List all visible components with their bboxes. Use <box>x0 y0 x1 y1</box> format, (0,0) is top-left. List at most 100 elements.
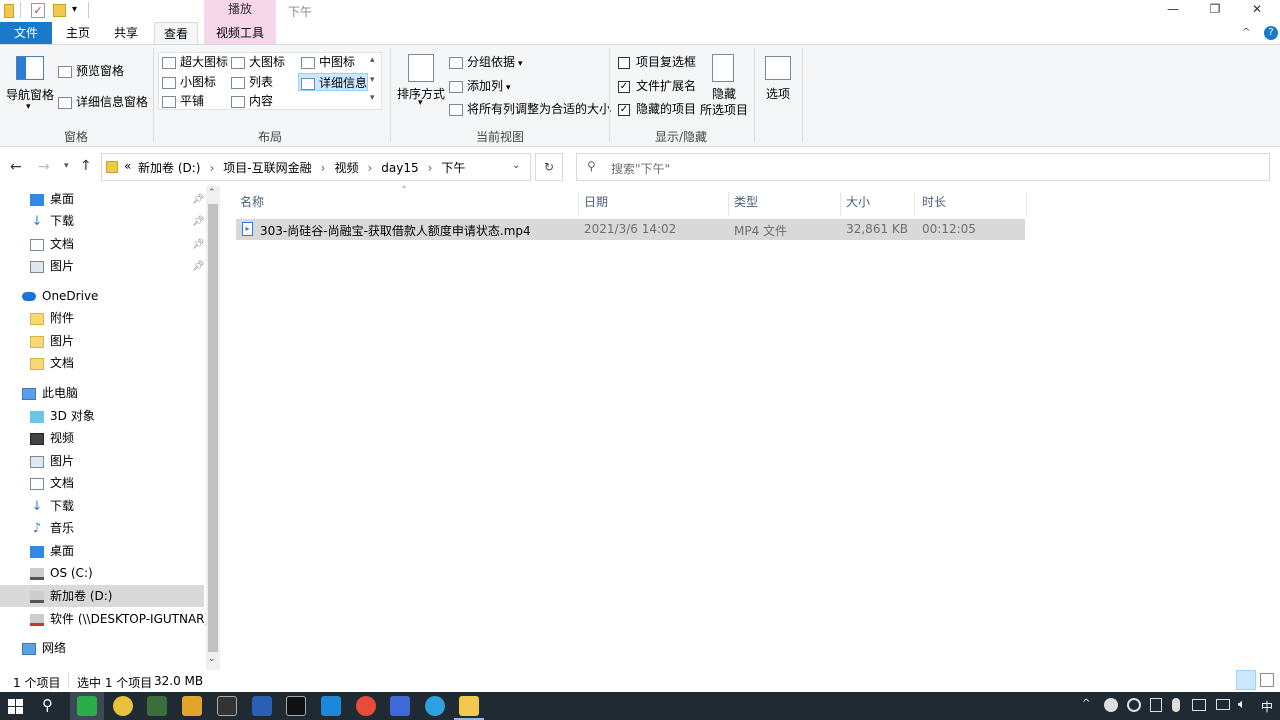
nav-item-documents[interactable]: 文档 <box>30 233 74 255</box>
file-name[interactable]: 303-尚硅谷-尚融宝-获取借款人额度申请状态.mp4 <box>260 222 531 239</box>
nav-item-drive-c[interactable]: OS (C:) <box>30 562 93 584</box>
details-pane-button[interactable]: 详细信息窗格 <box>58 93 148 111</box>
hide-selected-label-2[interactable]: 所选项目 <box>700 101 748 119</box>
preview-pane-button[interactable]: 预览窗格 <box>58 62 124 80</box>
nav-item-pc-downloads[interactable]: ↓ 下载 <box>30 495 74 517</box>
layout-details[interactable]: 详细信息 <box>298 73 368 91</box>
group-by-button[interactable]: 分组依据 ▾ <box>449 53 523 71</box>
column-header-size[interactable]: 大小 <box>846 194 870 218</box>
breadcrumb-item[interactable]: 下午 <box>441 161 465 175</box>
help-icon[interactable]: ? <box>1264 26 1278 40</box>
search-icon[interactable]: ⚲ <box>42 696 53 714</box>
item-checkboxes-toggle[interactable]: 项目复选框 <box>618 53 696 71</box>
wechat-icon[interactable] <box>77 696 97 716</box>
layout-list[interactable]: 列表 <box>231 73 273 91</box>
layout-small[interactable]: 小图标 <box>162 73 216 91</box>
file-extensions-checkbox[interactable]: ✓ <box>618 80 630 93</box>
scroll-down-icon[interactable]: ⌄ <box>208 654 216 664</box>
tray-window-icon[interactable] <box>1192 699 1206 711</box>
file-extensions-toggle[interactable]: ✓ 文件扩展名 <box>618 77 696 95</box>
pin-icon[interactable]: 📌︎ <box>192 239 205 250</box>
column-divider[interactable] <box>1026 192 1027 216</box>
tab-file[interactable]: 文件 <box>0 22 52 44</box>
hidden-items-checkbox[interactable]: ✓ <box>618 103 630 116</box>
nav-item-network-drive[interactable]: 软件 (\\DESKTOP-IGUTNAR) <box>30 608 209 630</box>
column-divider[interactable] <box>840 192 841 216</box>
nav-scrollbar-thumb[interactable] <box>208 204 218 652</box>
column-divider[interactable] <box>914 192 915 216</box>
column-header-name[interactable]: 名称 <box>240 194 264 218</box>
size-all-columns-button[interactable]: 将所有列调整为合适的大小 <box>449 100 611 118</box>
nav-item-pc-pictures[interactable]: 图片 <box>30 450 74 472</box>
back-arrow-icon[interactable]: ← <box>10 159 22 175</box>
up-arrow-icon[interactable]: ↑ <box>80 158 92 174</box>
refresh-icon[interactable]: ↻ <box>535 153 563 181</box>
properties-icon[interactable]: ✓ <box>31 3 45 18</box>
hidden-items-toggle[interactable]: ✓ 隐藏的项目 <box>618 100 696 118</box>
gallery-scroll-down-icon[interactable]: ▾ <box>370 75 375 85</box>
terminal-icon[interactable] <box>147 696 167 716</box>
forward-arrow-icon[interactable]: → <box>38 159 50 175</box>
nav-item-drive-d[interactable]: 新加卷 (D:) <box>30 585 112 607</box>
word-icon[interactable] <box>252 696 272 716</box>
microphone-icon[interactable] <box>1172 698 1180 712</box>
layout-extra-large[interactable]: 超大图标 <box>162 53 228 71</box>
gallery-expand-icon[interactable]: ▾ <box>370 93 375 103</box>
network-status-icon[interactable] <box>1216 699 1230 710</box>
tab-home[interactable]: 主页 <box>56 22 100 44</box>
nav-item-pc-desktop[interactable]: 桌面 <box>30 540 74 562</box>
breadcrumb-item[interactable]: day15 <box>381 161 418 175</box>
tab-share[interactable]: 共享 <box>104 22 148 44</box>
table-row[interactable]: ▸ 303-尚硅谷-尚融宝-获取借款人额度申请状态.mp4 2021/3/6 1… <box>236 219 1025 240</box>
options-button[interactable]: 选项 <box>766 85 790 103</box>
document-app-icon[interactable] <box>390 696 410 716</box>
layout-medium[interactable]: 中图标 <box>301 53 355 71</box>
tray-expand-icon[interactable]: ^ <box>1082 698 1090 709</box>
nav-item-this-pc[interactable]: 此电脑 <box>22 382 78 404</box>
item-checkboxes-checkbox[interactable] <box>618 56 630 69</box>
tray-sync-icon[interactable] <box>1127 698 1141 712</box>
pin-icon[interactable]: 📌︎ <box>192 261 205 272</box>
pin-icon[interactable]: 📌︎ <box>192 216 205 227</box>
breadcrumb-item[interactable]: 视频 <box>334 161 358 175</box>
add-columns-button[interactable]: 添加列 ▾ <box>449 77 511 95</box>
tray-app-icon[interactable] <box>1104 698 1118 712</box>
breadcrumb-item[interactable]: 新加卷 (D:) <box>138 161 200 175</box>
address-dropdown-icon[interactable]: ⌄ <box>512 160 520 171</box>
restore-button[interactable]: ❐ <box>1202 2 1228 16</box>
nav-item-downloads[interactable]: ↓ 下载 <box>30 210 74 232</box>
address-bar[interactable]: « 新加卷 (D:) › 项目-互联网金融 › 视频 › day15 › 下午 ⌄ <box>101 153 531 181</box>
ide-icon[interactable] <box>286 696 306 716</box>
tray-clipboard-icon[interactable] <box>1150 698 1162 712</box>
nav-item-od-documents[interactable]: 文档 <box>30 352 74 374</box>
layout-large[interactable]: 大图标 <box>231 53 285 71</box>
windows-start-icon[interactable] <box>8 699 24 715</box>
gallery-scroll-up-icon[interactable]: ▴ <box>370 55 375 65</box>
breadcrumb-overflow[interactable]: « <box>124 159 131 173</box>
nav-item-music[interactable]: ♪ 音乐 <box>30 517 74 539</box>
nav-item-network[interactable]: 网络 <box>22 637 66 659</box>
search-box[interactable]: ⚲ 搜索"下午" <box>576 153 1270 181</box>
new-folder-icon[interactable] <box>53 4 66 17</box>
volume-icon[interactable]: 🔈︎ <box>1238 697 1246 712</box>
nav-item-onedrive[interactable]: OneDrive <box>22 285 98 307</box>
nav-item-pictures[interactable]: 图片 <box>30 255 74 277</box>
recent-locations-icon[interactable]: ▾ <box>64 161 69 171</box>
customize-qat-icon[interactable]: ▾ <box>72 4 77 15</box>
scroll-up-icon[interactable]: ⌃ <box>208 188 216 198</box>
tab-view[interactable]: 查看 <box>154 22 198 45</box>
nav-scrollbar[interactable]: ⌃ ⌄ <box>206 186 220 670</box>
column-header-date[interactable]: 日期 <box>584 194 608 218</box>
chrome-icon[interactable] <box>356 696 376 716</box>
large-icons-view-icon[interactable] <box>1260 673 1274 687</box>
layout-content[interactable]: 内容 <box>231 92 273 110</box>
file-explorer-icon[interactable] <box>459 696 479 716</box>
nav-item-pc-documents[interactable]: 文档 <box>30 472 74 494</box>
column-divider[interactable] <box>578 192 579 216</box>
edge-icon[interactable] <box>425 696 445 716</box>
nav-item-videos[interactable]: 视频 <box>30 427 74 449</box>
app-icon[interactable] <box>182 696 202 716</box>
nav-item-attachments[interactable]: 附件 <box>30 307 74 329</box>
tab-video-tools[interactable]: 视频工具 <box>206 22 274 44</box>
pin-icon[interactable]: 📌︎ <box>192 194 205 205</box>
